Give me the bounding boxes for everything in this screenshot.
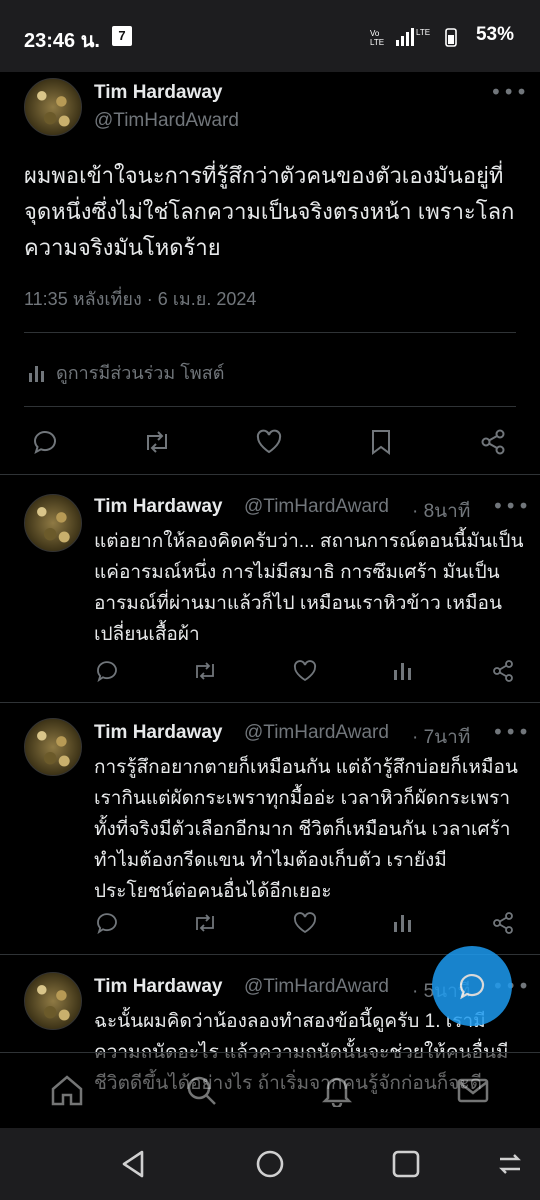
engagement-label: ดูการมีส่วนร่วม โพสต์ — [56, 363, 225, 383]
like-button[interactable] — [290, 656, 320, 686]
status-time: 23:46 น. — [24, 30, 100, 52]
author-handle[interactable]: @TimHardAward — [94, 110, 239, 132]
share-icon — [493, 660, 513, 682]
divider — [0, 474, 540, 475]
reply-author-name[interactable]: Tim Hardaway — [94, 722, 222, 744]
more-options-icon[interactable]: ••• — [492, 494, 530, 518]
post-timestamp: 11:35 หลังเที่ยง · 6 เม.ย. 2024 — [24, 289, 257, 309]
reply-author-name[interactable]: Tim Hardaway — [94, 976, 222, 998]
back-icon[interactable] — [118, 1148, 150, 1180]
analytics-icon — [394, 663, 411, 680]
reply-author-handle[interactable]: @TimHardAward — [244, 976, 389, 998]
divider — [0, 702, 540, 703]
bookmark-icon — [372, 430, 390, 455]
reply-button[interactable] — [92, 656, 122, 686]
battery-percent: 53% — [475, 24, 514, 45]
network-label: LTE — [416, 28, 430, 37]
rotate-icon[interactable] — [494, 1148, 526, 1180]
heart-icon — [293, 912, 317, 934]
divider — [24, 406, 516, 407]
like-button[interactable] — [290, 908, 320, 938]
home-circle-icon[interactable] — [254, 1148, 286, 1180]
views-button[interactable] — [388, 908, 418, 938]
reply-time: · 8นาที — [412, 501, 471, 522]
reply-text: การรู้สึกอยากตายก็เหมือนกัน แต่ถ้ารู้สึก… — [94, 757, 518, 902]
more-options-icon[interactable]: ••• — [492, 720, 530, 744]
post-text: ผมพอเข้าใจนะการที่รู้สึกว่าตัวคนของตัวเอ… — [24, 163, 515, 260]
share-button[interactable] — [488, 908, 518, 938]
bottom-navigation — [0, 1052, 540, 1127]
signal-icon: Vo LTE LTE — [370, 28, 457, 47]
reply-icon — [97, 661, 117, 683]
carrier-app-icon: 7 — [112, 26, 132, 46]
svg-text:LTE: LTE — [370, 38, 384, 47]
recent-apps-icon[interactable] — [390, 1148, 422, 1180]
avatar[interactable] — [24, 718, 82, 776]
share-button[interactable] — [478, 427, 508, 457]
reply-button[interactable] — [30, 427, 60, 457]
reply-icon — [97, 913, 117, 935]
reply-author-handle[interactable]: @TimHardAward — [244, 496, 389, 518]
reply-author-name[interactable]: Tim Hardaway — [94, 496, 222, 518]
heart-icon — [256, 429, 282, 454]
views-button[interactable] — [388, 656, 418, 686]
avatar[interactable] — [24, 972, 82, 1030]
heart-icon — [293, 660, 317, 682]
analytics-icon — [29, 365, 44, 382]
repost-button[interactable] — [142, 427, 172, 457]
repost-icon — [196, 662, 214, 680]
more-options-icon[interactable]: ••• — [490, 80, 528, 104]
author-name[interactable]: Tim Hardaway — [94, 82, 222, 104]
notifications-icon[interactable] — [320, 1073, 354, 1107]
home-icon[interactable] — [50, 1073, 84, 1107]
reply-author-handle[interactable]: @TimHardAward — [244, 722, 389, 744]
compose-reply-button[interactable] — [432, 946, 512, 1026]
like-button[interactable] — [254, 427, 284, 457]
share-button[interactable] — [488, 656, 518, 686]
avatar[interactable] — [24, 78, 82, 136]
analytics-icon — [394, 915, 411, 932]
repost-icon — [147, 431, 167, 453]
svg-text:Vo: Vo — [370, 29, 380, 38]
repost-icon — [196, 914, 214, 932]
view-engagement-link[interactable]: ดูการมีส่วนร่วม โพสต์ — [28, 358, 224, 387]
status-bar: 23:46 น. 7 Vo LTE LTE 53% — [0, 0, 540, 72]
reply-time: · 7นาที — [412, 727, 471, 748]
reply-icon — [33, 431, 56, 455]
messages-icon[interactable] — [456, 1073, 490, 1107]
share-icon — [481, 429, 505, 455]
system-navigation-bar — [0, 1128, 540, 1200]
reply-icon — [459, 974, 485, 1000]
repost-button[interactable] — [190, 656, 220, 686]
divider — [24, 332, 516, 333]
reply-button[interactable] — [92, 908, 122, 938]
avatar[interactable] — [24, 494, 82, 552]
bookmark-button[interactable] — [366, 427, 396, 457]
search-icon[interactable] — [184, 1073, 218, 1107]
reply-text: แต่อยากให้ลองคิดครับว่า... สถานการณ์ตอนน… — [94, 531, 524, 645]
repost-button[interactable] — [190, 908, 220, 938]
share-icon — [493, 912, 513, 934]
